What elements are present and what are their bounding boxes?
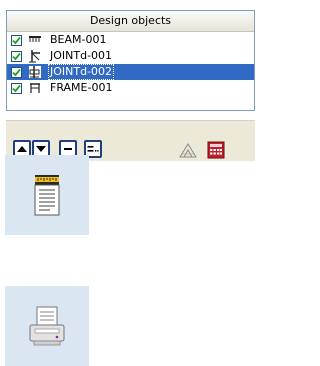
calculator-icon: [207, 141, 225, 159]
object-label: FRAME-001: [50, 81, 113, 94]
joint-icon: [29, 66, 41, 78]
ruler-triangle-icon: [179, 143, 197, 158]
list-item-beam-001[interactable]: BEAM-001: [7, 32, 254, 48]
report-button[interactable]: [5, 155, 89, 235]
column-header-design-objects[interactable]: Design objects: [7, 11, 254, 32]
move-down-icon: [36, 146, 46, 152]
list-item-frame-001[interactable]: FRAME-001: [7, 80, 254, 96]
print-button[interactable]: [5, 286, 89, 366]
checkbox[interactable]: [11, 34, 22, 46]
geometry-button[interactable]: [177, 139, 199, 161]
properties-icon: [87, 146, 99, 152]
checkbox[interactable]: [11, 82, 22, 94]
checkbox[interactable]: [11, 66, 22, 78]
calculator-button[interactable]: [205, 139, 227, 161]
list-item-jointd-001[interactable]: JOINTd-001: [7, 48, 254, 64]
move-up-icon: [17, 146, 27, 152]
printer-icon: [29, 306, 65, 346]
report-icon: [34, 175, 60, 216]
checkbox[interactable]: [11, 50, 22, 62]
frame-icon: [30, 83, 40, 93]
design-objects-panel: Design objects BEAM-001 JOINTd-001 JOINT…: [6, 10, 255, 111]
object-label: JOINTd-001: [50, 49, 113, 62]
remove-icon: [64, 148, 72, 150]
object-list: BEAM-001 JOINTd-001 JOINTd-002 FRAME-001: [7, 32, 254, 96]
object-label: JOINTd-002: [48, 64, 115, 80]
joint-icon: [29, 50, 40, 63]
list-item-jointd-002[interactable]: JOINTd-002: [7, 64, 254, 80]
object-label: BEAM-001: [50, 33, 107, 46]
beam-icon: [29, 36, 41, 42]
